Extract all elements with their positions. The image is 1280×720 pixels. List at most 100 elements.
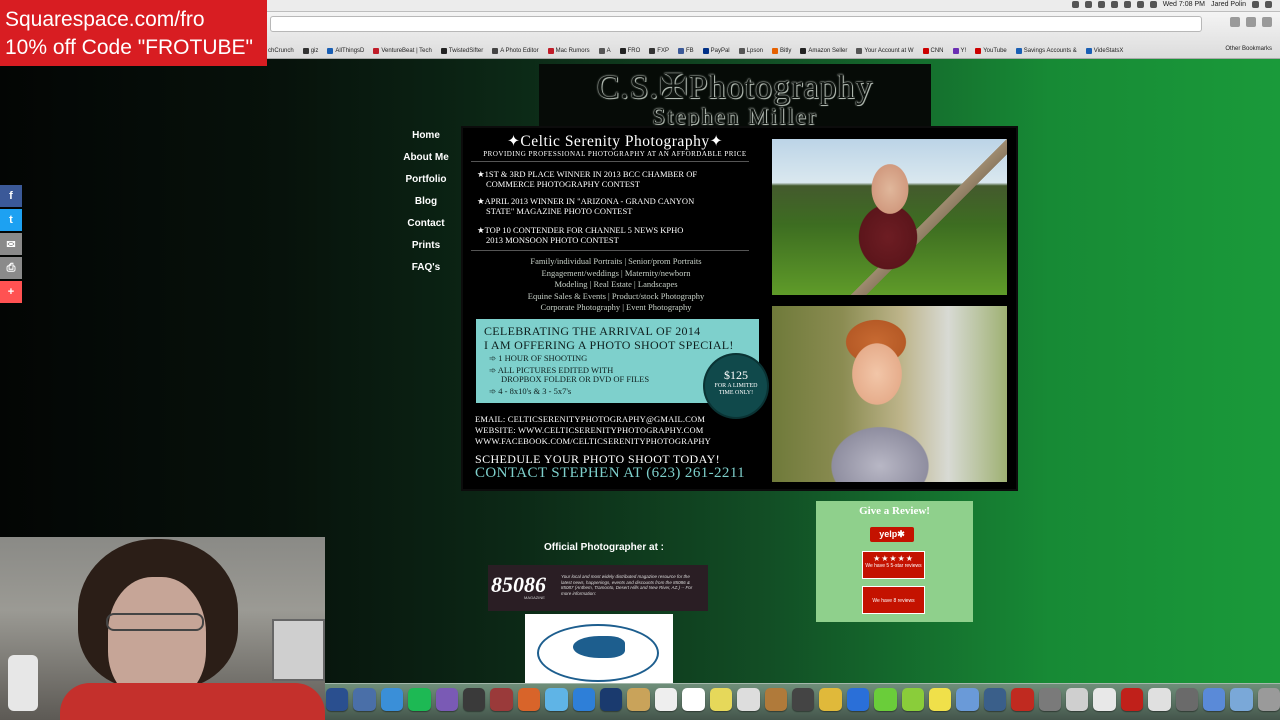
bluetooth-icon[interactable] <box>1110 1 1118 8</box>
volume-icon[interactable] <box>1136 1 1144 8</box>
dock-app-icon[interactable] <box>709 688 733 711</box>
bookmark-favicon-icon <box>619 48 626 54</box>
extension-icon[interactable] <box>1246 17 1256 27</box>
dock-app-icon[interactable] <box>1038 688 1061 711</box>
dock-app-icon[interactable] <box>764 688 787 711</box>
magazine-85086-banner[interactable]: 85086 MAGAZINE Your local and most widel… <box>488 565 708 611</box>
evernote-icon[interactable] <box>1084 1 1092 8</box>
bookmark-item[interactable]: Savings Accounts & <box>1015 48 1077 54</box>
star-icon[interactable] <box>1230 17 1240 27</box>
dock-app-icon[interactable] <box>572 688 596 711</box>
dock-app-icon[interactable] <box>435 688 459 711</box>
dock-app-icon[interactable] <box>1120 688 1144 711</box>
yelp-button[interactable]: yelp✱ <box>870 527 914 542</box>
nav-link-home[interactable]: Home <box>395 128 457 150</box>
award-2-line-2: STATE" MAGAZINE PHOTO CONTEST <box>486 206 633 216</box>
dock-app-icon[interactable] <box>901 688 924 711</box>
bookmark-item[interactable]: TwistedSifter <box>440 48 484 54</box>
dock-app-icon[interactable] <box>819 688 842 711</box>
bookmark-item[interactable]: CNN <box>922 48 944 54</box>
yelp-5-star-badge[interactable]: ★★★★★ We have 5 5-star reviews <box>862 551 925 579</box>
magazine-sub: MAGAZINE <box>524 595 545 600</box>
bookmark-item[interactable]: YouTube <box>975 48 1007 54</box>
bookmark-item[interactable]: Amazon Seller <box>800 48 847 54</box>
bookmark-favicon-icon <box>1015 48 1022 54</box>
plus-icon[interactable]: + <box>0 281 22 303</box>
dock-app-icon[interactable] <box>983 688 1007 711</box>
menu-bar-user[interactable]: Jared Polin <box>1211 1 1246 8</box>
bookmark-item[interactable]: Mac Rumors <box>547 48 590 54</box>
dock-app-icon[interactable] <box>600 688 623 711</box>
battery-icon[interactable] <box>1149 1 1157 8</box>
dock-app-icon[interactable] <box>956 688 979 711</box>
dock-app-icon[interactable] <box>846 688 870 711</box>
dock-app-icon[interactable] <box>1148 688 1171 711</box>
dock-app-icon[interactable] <box>380 688 404 711</box>
dock-app-icon[interactable] <box>1175 688 1198 711</box>
dock-app-icon[interactable] <box>353 688 376 711</box>
dock-app-icon[interactable] <box>545 688 568 711</box>
email-icon[interactable]: ✉ <box>0 233 22 255</box>
yelp-reviews-badge[interactable]: We have 8 reviews <box>862 586 925 614</box>
bookmark-label: A <box>606 48 611 54</box>
dock-app-icon[interactable] <box>791 688 815 711</box>
nav-link-portfolio[interactable]: Portfolio <box>395 172 457 194</box>
dock-app-icon[interactable] <box>682 688 705 711</box>
dock-app-icon[interactable] <box>1065 688 1089 711</box>
dock-app-icon[interactable] <box>1203 688 1226 711</box>
dock-app-icon[interactable] <box>408 688 431 711</box>
bookmark-item[interactable]: Your Account at W <box>856 48 914 54</box>
dock-app-icon[interactable] <box>517 688 541 711</box>
bookmark-item[interactable]: Bitly <box>772 48 791 54</box>
star-rating-icon: ★★★★★ <box>873 554 914 563</box>
nav-link-prints[interactable]: Prints <box>395 238 457 260</box>
bookmark-item[interactable]: VentureBeat | Tech <box>373 48 432 54</box>
bookmark-item[interactable]: A Photo Editor <box>492 48 539 54</box>
nav-link-faq-s[interactable]: FAQ's <box>395 260 457 282</box>
nav-link-contact[interactable]: Contact <box>395 216 457 238</box>
bookmark-item[interactable]: VideStatsX <box>1085 48 1123 54</box>
wifi-icon[interactable] <box>1123 1 1131 8</box>
facebook-icon[interactable]: f <box>0 185 22 207</box>
bookmark-item[interactable]: FRO <box>619 48 640 54</box>
dock-app-icon[interactable] <box>1257 688 1280 711</box>
dock-app-icon[interactable] <box>490 688 513 711</box>
bookmark-item[interactable]: FXP <box>649 48 669 54</box>
bookmark-favicon-icon <box>440 48 447 54</box>
special-item: ➾ 4 - 8x10's & 3 - 5x7's <box>489 386 572 396</box>
dock-app-icon[interactable] <box>1230 688 1253 711</box>
site-logo[interactable]: C.S.✠Photography Stephen Miller <box>539 64 931 128</box>
spotlight-icon[interactable] <box>1252 1 1259 8</box>
dock-app-icon[interactable] <box>874 688 897 711</box>
notification-center-icon[interactable] <box>1265 1 1272 8</box>
twitter-icon[interactable]: t <box>0 209 22 231</box>
dock-app-icon[interactable] <box>1011 688 1034 711</box>
menu-bar-clock[interactable]: Wed 7:08 PM <box>1163 1 1205 8</box>
other-bookmarks-button[interactable]: Other Bookmarks <box>1225 46 1272 52</box>
bookmark-item[interactable]: AllThingsD <box>327 48 364 54</box>
bookmark-item[interactable]: A <box>598 48 611 54</box>
dock-app-icon[interactable] <box>627 688 650 711</box>
address-bar[interactable] <box>270 16 1202 32</box>
print-icon[interactable]: ⎙ <box>0 257 22 279</box>
dock-app-icon[interactable] <box>1093 688 1116 711</box>
menu-icon[interactable] <box>1262 17 1272 27</box>
dock-app-icon[interactable] <box>737 688 760 711</box>
nav-link-about-me[interactable]: About Me <box>395 150 457 172</box>
bookmark-item[interactable]: Y! <box>952 48 966 54</box>
bookmark-item[interactable]: FB <box>677 48 694 54</box>
dock-app-icon[interactable] <box>654 688 678 711</box>
nav-link-blog[interactable]: Blog <box>395 194 457 216</box>
dropbox-icon[interactable] <box>1071 1 1079 8</box>
bookmark-item[interactable]: PayPal <box>702 48 730 54</box>
contact-website: WEBSITE: WWW.CELTICSERENITYPHOTOGRAPHY.C… <box>475 425 704 435</box>
dock-app-icon[interactable] <box>928 688 952 711</box>
bookmark-item[interactable]: Lpson <box>738 48 763 54</box>
roadrunner-logo[interactable] <box>525 614 673 684</box>
bookmark-label: TwistedSifter <box>448 48 484 54</box>
award-1-line-2: COMMERCE PHOTOGRAPHY CONTEST <box>486 179 640 189</box>
dock-app-icon[interactable] <box>463 688 486 711</box>
bookmark-item[interactable]: giz <box>302 48 318 54</box>
dock-app-icon[interactable] <box>326 688 349 711</box>
timer-icon[interactable] <box>1097 1 1105 8</box>
